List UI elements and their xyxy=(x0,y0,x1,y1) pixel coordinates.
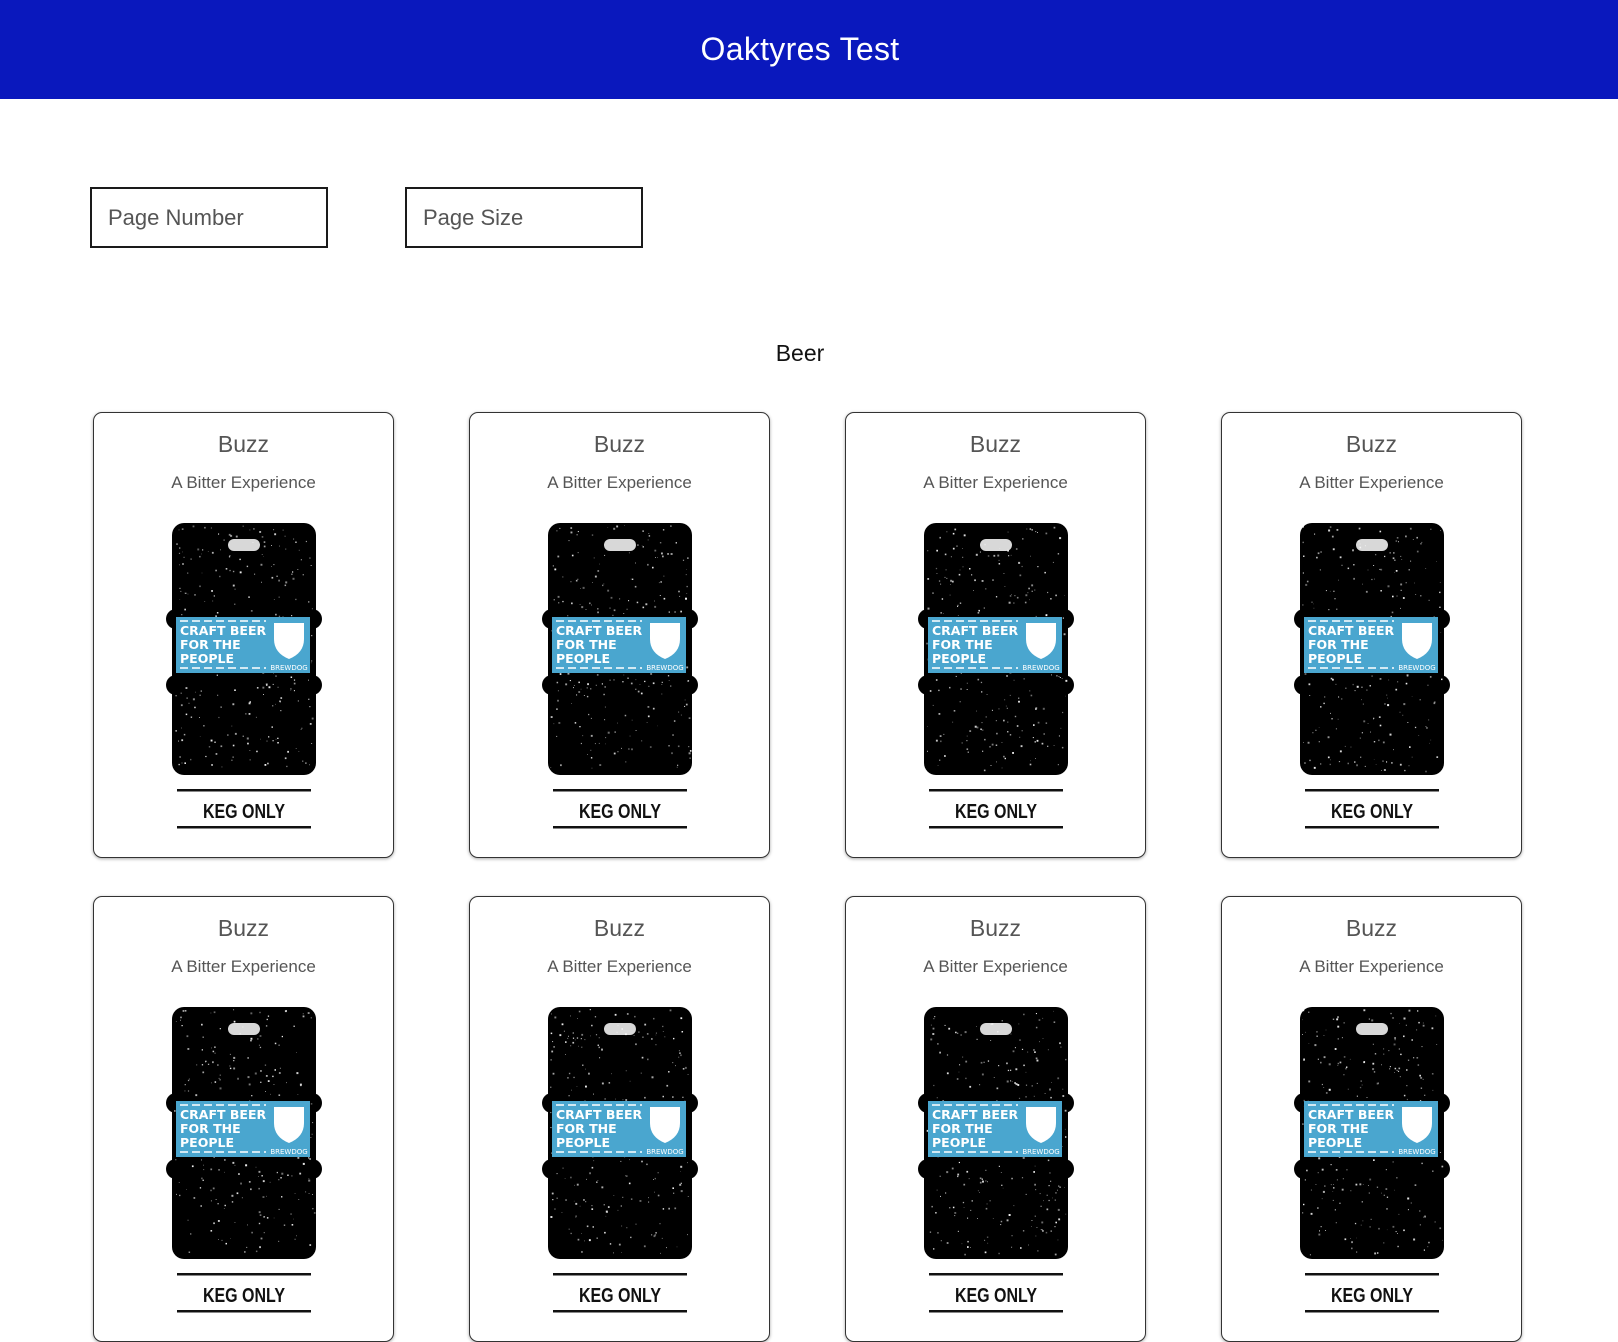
brand-text: BREWDOG xyxy=(646,1148,683,1156)
keg-label-text: PEOPLE xyxy=(556,651,610,666)
brand-text: BREWDOG xyxy=(270,1148,307,1156)
beer-name: Buzz xyxy=(969,915,1022,941)
beer-card[interactable]: Buzz A Bitter Experience CRAFT BEER FOR THE… xyxy=(1221,896,1522,1342)
beer-keg-image: CRAFT BEERFOR THEPEOPLE BREWDOG KEG ONLY xyxy=(918,1007,1074,1313)
keg-label-text: CRAFT BEER xyxy=(1308,623,1394,638)
beer-card[interactable]: Buzz A Bitter Experience CRAFT BEER FOR THE… xyxy=(93,412,394,858)
keg-label-text: CRAFT BEER xyxy=(932,1107,1018,1122)
keg-label-text: CRAFT BEER xyxy=(1308,1107,1394,1122)
section-title-text: Beer xyxy=(775,340,825,366)
beer-card[interactable]: Buzz A Bitter Experience CRAFT BEER FOR THE… xyxy=(469,896,770,1342)
beer-tagline: A Bitter Experience xyxy=(547,473,692,492)
beer-name: Buzz xyxy=(969,431,1022,457)
keg-label-text: PEOPLE xyxy=(180,651,234,666)
keg-label-text: FOR THE xyxy=(932,1121,993,1136)
keg-only-text: KEG ONLY xyxy=(579,800,661,822)
beer-tagline: A Bitter Experience xyxy=(171,473,316,492)
beer-tagline: A Bitter Experience xyxy=(171,957,316,976)
keg-only-text: KEG ONLY xyxy=(955,1284,1037,1306)
brand-text: BREWDOG xyxy=(1022,1148,1059,1156)
brand-text: BREWDOG xyxy=(1398,664,1435,672)
beer-keg-image: CRAFT BEERFOR THEPEOPLE BREWDOG KEG ONLY xyxy=(542,1007,698,1313)
keg-label-text: PEOPLE xyxy=(556,1135,610,1150)
beer-card[interactable]: Buzz A Bitter Experience CRAFT BEER FOR THE… xyxy=(845,412,1146,858)
beer-name: Buzz xyxy=(593,431,646,457)
section-title: Beer xyxy=(0,340,1618,367)
keg-label-text: FOR THE xyxy=(932,637,993,652)
keg-only-text: KEG ONLY xyxy=(1331,1284,1413,1306)
keg-only-text: KEG ONLY xyxy=(579,1284,661,1306)
beer-keg-image: CRAFT BEERFOR THEPEOPLE BREWDOG KEG ONLY xyxy=(166,1007,322,1313)
beer-keg-image: CRAFT BEERFOR THEPEOPLE BREWDOG KEG ONLY xyxy=(166,523,322,829)
beer-keg-image: CRAFT BEERFOR THEPEOPLE BREWDOG KEG ONLY xyxy=(1294,1007,1450,1313)
keg-label-text: FOR THE xyxy=(180,1121,241,1136)
beer-card[interactable]: Buzz A Bitter Experience CRAFT BEER FOR THE… xyxy=(1221,412,1522,858)
app-title: Oaktyres Test xyxy=(700,31,900,67)
beer-name: Buzz xyxy=(593,915,646,941)
beer-name: Buzz xyxy=(1345,915,1398,941)
beer-name: Buzz xyxy=(1345,431,1398,457)
keg-label-text: PEOPLE xyxy=(1308,651,1362,666)
keg-label-text: PEOPLE xyxy=(1308,1135,1362,1150)
keg-label-text: FOR THE xyxy=(180,637,241,652)
keg-label-text: FOR THE xyxy=(1308,637,1369,652)
beer-card[interactable]: Buzz A Bitter Experience CRAFT BEER FOR THE… xyxy=(93,896,394,1342)
keg-only-text: KEG ONLY xyxy=(955,800,1037,822)
keg-label-text: PEOPLE xyxy=(932,651,986,666)
keg-only-text: KEG ONLY xyxy=(1331,800,1413,822)
brand-text: BREWDOG xyxy=(1022,664,1059,672)
beer-name: Buzz xyxy=(217,431,270,457)
beer-keg-image: CRAFT BEERFOR THEPEOPLE BREWDOG KEG ONLY xyxy=(918,523,1074,829)
beer-card[interactable]: Buzz A Bitter Experience CRAFT BEER FOR THE… xyxy=(845,896,1146,1342)
keg-label-text: CRAFT BEER xyxy=(556,623,642,638)
keg-label-text: FOR THE xyxy=(1308,1121,1369,1136)
page-size-input[interactable] xyxy=(405,187,643,248)
beer-tagline: A Bitter Experience xyxy=(1299,957,1444,976)
beer-tagline: A Bitter Experience xyxy=(923,957,1068,976)
beer-tagline: A Bitter Experience xyxy=(1299,473,1444,492)
brand-text: BREWDOG xyxy=(270,664,307,672)
beer-tagline: A Bitter Experience xyxy=(547,957,692,976)
keg-label-text: PEOPLE xyxy=(932,1135,986,1150)
page-number-input[interactable] xyxy=(90,187,328,248)
app-header: Oaktyres Test xyxy=(0,0,1618,99)
keg-label-text: CRAFT BEER xyxy=(180,1107,266,1122)
beer-card[interactable]: Buzz A Bitter Experience CRAFT BEER FOR THE… xyxy=(469,412,770,858)
brand-text: BREWDOG xyxy=(1398,1148,1435,1156)
beer-name: Buzz xyxy=(217,915,270,941)
keg-label-text: FOR THE xyxy=(556,1121,617,1136)
beer-tagline: A Bitter Experience xyxy=(923,473,1068,492)
brand-text: BREWDOG xyxy=(646,664,683,672)
beer-keg-image: CRAFT BEERFOR THEPEOPLE BREWDOG KEG ONLY xyxy=(1294,523,1450,829)
keg-only-text: KEG ONLY xyxy=(203,1284,285,1306)
keg-label-text: PEOPLE xyxy=(180,1135,234,1150)
keg-label-text: CRAFT BEER xyxy=(932,623,1018,638)
beer-keg-image: CRAFT BEERFOR THEPEOPLE BREWDOG KEG ONLY xyxy=(542,523,698,829)
keg-label-text: CRAFT BEER xyxy=(556,1107,642,1122)
keg-label-text: CRAFT BEER xyxy=(180,623,266,638)
keg-only-text: KEG ONLY xyxy=(203,800,285,822)
keg-label-text: FOR THE xyxy=(556,637,617,652)
